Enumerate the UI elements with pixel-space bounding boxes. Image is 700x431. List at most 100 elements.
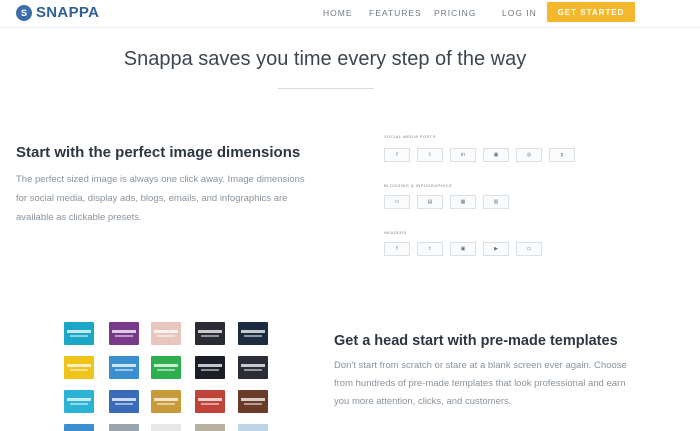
template-thumbnail[interactable] — [109, 424, 139, 431]
template-thumbnail[interactable] — [195, 424, 225, 431]
preset-tile[interactable]: t​ — [417, 242, 443, 261]
dimension-presets-panel: SOCIAL MEDIA POSTSf​t​in​▣​◎​p​BLOGGING … — [380, 130, 580, 270]
preset-tile[interactable]: ▣​ — [450, 242, 476, 261]
facebook-icon: f — [384, 148, 410, 162]
template-thumbnail[interactable] — [64, 322, 94, 345]
template-thumbnail[interactable] — [238, 356, 268, 379]
logo[interactable]: S SNAPPA — [16, 4, 99, 21]
nav-home[interactable]: HOME — [323, 8, 353, 18]
twitter-icon: t — [417, 148, 443, 162]
preset-tile[interactable]: t​ — [417, 148, 443, 167]
template-title-bar — [112, 330, 136, 333]
top-navbar: S SNAPPA HOME FEATURES PRICING LOG IN GE… — [0, 0, 700, 28]
preset-caption: ​ — [384, 164, 410, 167]
template-subtitle-bar — [201, 369, 219, 371]
twitter-header-icon: t — [417, 242, 443, 256]
preset-caption: ​ — [450, 164, 476, 167]
template-subtitle-bar — [157, 369, 175, 371]
preset-tile[interactable]: ▣​ — [483, 148, 509, 167]
template-thumbnail[interactable] — [195, 356, 225, 379]
template-title-bar — [198, 398, 222, 401]
preset-tile[interactable]: f​ — [384, 148, 410, 167]
template-subtitle-bar — [115, 335, 133, 337]
template-subtitle-bar — [201, 335, 219, 337]
preset-tile[interactable]: ▤​ — [417, 195, 443, 214]
template-thumbnail[interactable] — [64, 424, 94, 431]
image-icon: ▣ — [483, 148, 509, 162]
template-thumbnail[interactable] — [64, 356, 94, 379]
template-thumbnail[interactable] — [238, 424, 268, 431]
preset-group-label: SOCIAL MEDIA POSTS — [384, 134, 436, 139]
preset-caption: ​ — [483, 211, 509, 214]
template-thumbnail[interactable] — [109, 356, 139, 379]
template-title-bar — [241, 364, 265, 367]
pinterest-icon: p — [549, 148, 575, 162]
preset-caption: ​ — [450, 211, 476, 214]
preset-tile[interactable]: ▥​ — [483, 195, 509, 214]
post-icon: ▤ — [417, 195, 443, 209]
template-thumbnail[interactable] — [151, 390, 181, 413]
template-thumbnail[interactable] — [238, 322, 268, 345]
preset-tile[interactable]: p​ — [549, 148, 575, 167]
preset-caption: ​ — [450, 258, 476, 261]
hero-title: Snappa saves you time every step of the … — [123, 48, 527, 70]
template-subtitle-bar — [70, 335, 88, 337]
preset-caption: ​ — [417, 211, 443, 214]
template-title-bar — [112, 398, 136, 401]
logo-icon: S — [16, 4, 32, 21]
get-started-button[interactable]: GET STARTED — [547, 2, 635, 22]
template-title-bar — [67, 398, 91, 401]
template-thumbnail[interactable] — [238, 390, 268, 413]
template-subtitle-bar — [70, 403, 88, 405]
preset-tile[interactable]: ◎​ — [516, 148, 542, 167]
template-thumbnail[interactable] — [151, 322, 181, 345]
linkedin-icon: in — [450, 148, 476, 162]
preset-caption: ​ — [549, 164, 575, 167]
template-subtitle-bar — [157, 335, 175, 337]
preset-tile[interactable]: f​ — [384, 242, 410, 261]
template-subtitle-bar — [244, 403, 262, 405]
nav-pricing[interactable]: PRICING — [434, 8, 476, 18]
template-title-bar — [154, 330, 178, 333]
logo-text: SNAPPA — [36, 4, 100, 21]
dimensions-heading: Start with the perfect image dimensions — [16, 144, 301, 161]
template-title-bar — [154, 364, 178, 367]
blog-icon: ▭ — [384, 195, 410, 209]
preset-tile[interactable]: ▦​ — [450, 195, 476, 214]
template-subtitle-bar — [201, 403, 219, 405]
template-thumbnail[interactable] — [64, 390, 94, 413]
template-subtitle-bar — [70, 369, 88, 371]
divider — [278, 88, 374, 89]
template-thumbnail[interactable] — [151, 356, 181, 379]
template-title-bar — [241, 398, 265, 401]
preset-group-label: BLOGGING & INFOGRAPHICS — [384, 183, 453, 188]
template-subtitle-bar — [157, 403, 175, 405]
preset-caption: ​ — [417, 164, 443, 167]
nav-features[interactable]: FEATURES — [369, 8, 422, 18]
template-thumbnail[interactable] — [109, 390, 139, 413]
preset-caption: ​ — [516, 258, 542, 261]
nav-login[interactable]: LOG IN — [502, 8, 537, 18]
preset-tile[interactable]: ▭​ — [384, 195, 410, 214]
template-thumbnail[interactable] — [195, 322, 225, 345]
template-thumbnail[interactable] — [109, 322, 139, 345]
preset-caption: ​ — [384, 258, 410, 261]
preset-tile[interactable]: in ​ — [450, 148, 476, 167]
banner-icon: ▣ — [450, 242, 476, 256]
template-subtitle-bar — [115, 369, 133, 371]
template-thumbnail[interactable] — [195, 390, 225, 413]
preset-tile[interactable]: ▶​ — [483, 242, 509, 261]
instagram-icon: ◎ — [516, 148, 542, 162]
dimensions-description: The perfect sized image is always one cl… — [16, 174, 305, 223]
template-thumbnail[interactable] — [151, 424, 181, 431]
facebook-cover-icon: f — [384, 242, 410, 256]
template-title-bar — [154, 398, 178, 401]
email-icon: ▥ — [483, 195, 509, 209]
templates-heading: Get a head start with pre-made templates — [334, 333, 618, 349]
youtube-icon: ▶ — [483, 242, 509, 256]
template-title-bar — [241, 330, 265, 333]
template-subtitle-bar — [244, 335, 262, 337]
preset-tile[interactable]: ▭​ — [516, 242, 542, 261]
template-title-bar — [67, 330, 91, 333]
template-subtitle-bar — [115, 403, 133, 405]
